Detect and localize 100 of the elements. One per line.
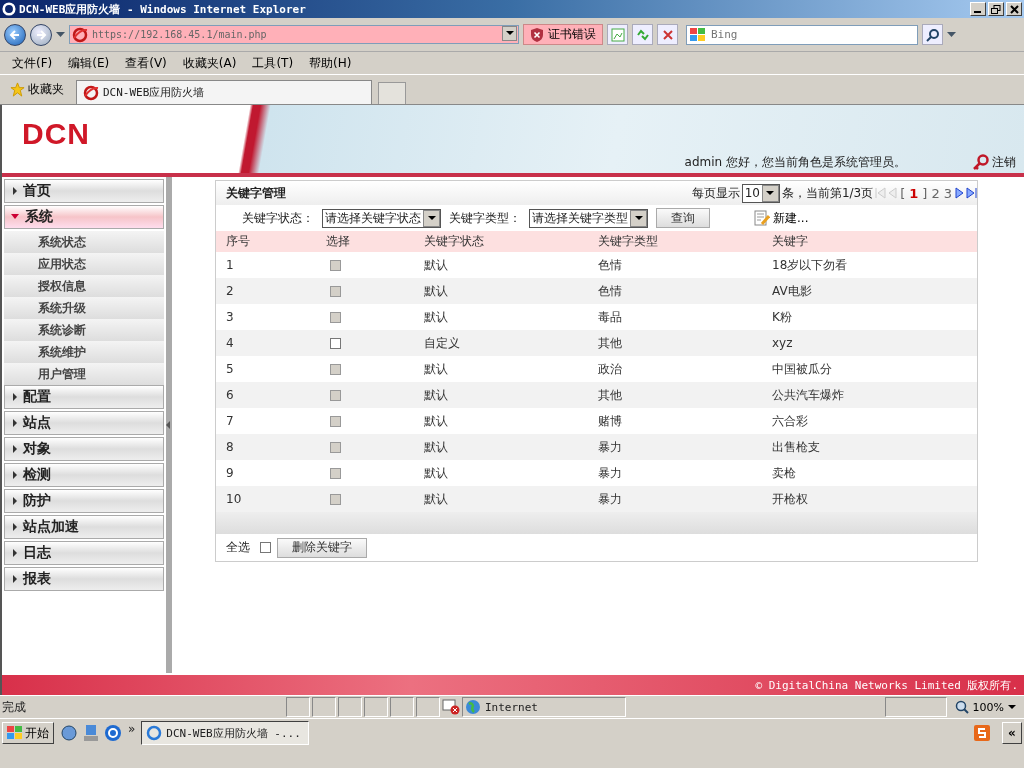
security-zone[interactable]: Internet xyxy=(462,697,626,717)
browser-icon[interactable] xyxy=(60,724,78,742)
menu-item[interactable]: 文件(F) xyxy=(4,52,61,74)
app-icon[interactable] xyxy=(104,724,122,742)
menu-item[interactable]: 工具(T) xyxy=(244,52,302,74)
refresh-button[interactable] xyxy=(632,24,653,45)
sidebar-section[interactable]: 站点加速 xyxy=(4,515,164,539)
menu-item[interactable]: 查看(V) xyxy=(117,52,175,74)
last-page-icon[interactable] xyxy=(966,187,977,199)
panel-title: 关键字管理 xyxy=(226,184,286,202)
table-cell: 其他 xyxy=(588,330,762,356)
splitter-handle[interactable] xyxy=(166,177,172,673)
caret-right-icon xyxy=(11,392,17,402)
caret-right-icon xyxy=(11,418,17,428)
stop-button[interactable] xyxy=(657,24,678,45)
page-link[interactable]: 1 xyxy=(908,185,920,201)
browser-tab[interactable]: DCN-WEB应用防火墙 xyxy=(76,80,372,104)
favorites-button[interactable]: 收藏夹 xyxy=(4,77,70,102)
query-button[interactable]: 查询 xyxy=(656,208,710,228)
sidebar-section[interactable]: 对象 xyxy=(4,437,164,461)
sidebar-item[interactable]: 系统状态 xyxy=(4,231,164,253)
table-cell: 10 xyxy=(216,486,317,512)
page-link[interactable]: 3 xyxy=(942,185,953,201)
per-page-select[interactable]: 10 xyxy=(741,183,780,203)
address-field[interactable]: https://192.168.45.1/main.php xyxy=(69,25,519,44)
table-cell: 18岁以下勿看 xyxy=(762,252,977,278)
arrow-left-icon xyxy=(9,28,21,41)
expand-tray-button[interactable]: « xyxy=(1002,722,1022,744)
delete-button[interactable]: 删除关键字 xyxy=(277,537,367,558)
caret-down-icon xyxy=(634,215,643,221)
page-bracket: [ xyxy=(899,185,907,201)
caret-right-icon xyxy=(11,522,17,532)
dropdown-icon[interactable] xyxy=(56,31,65,38)
sidebar-section[interactable]: 站点 xyxy=(4,411,164,435)
browser-icon xyxy=(146,725,163,741)
search-field[interactable]: Bing xyxy=(686,24,918,45)
menu-item[interactable]: 收藏夹(A) xyxy=(174,52,245,74)
table-cell: 3 xyxy=(216,304,317,330)
sidebar-item[interactable]: 应用状态 xyxy=(4,253,164,275)
caret-down-icon xyxy=(1008,704,1016,710)
sidebar-section[interactable]: 系统 xyxy=(4,205,164,229)
address-dropdown-button[interactable] xyxy=(502,26,517,41)
close-button[interactable] xyxy=(1006,2,1022,16)
back-button[interactable] xyxy=(4,23,26,46)
filter-select[interactable]: 请选择关键字状态 xyxy=(322,208,441,228)
more-button[interactable]: » xyxy=(128,722,136,736)
taskbar-button[interactable]: DCN-WEB应用防火墙 -... xyxy=(141,721,310,745)
table-cell: 默认 xyxy=(414,356,589,382)
browser-icon xyxy=(2,2,16,16)
start-button[interactable]: 开始 xyxy=(2,722,54,744)
per-page-label: 每页显示 xyxy=(691,184,740,202)
logout-link[interactable]: 注销 xyxy=(972,153,1016,171)
caret-right-icon xyxy=(11,444,17,454)
table-cell: 4 xyxy=(216,330,317,356)
sidebar-section[interactable]: 报表 xyxy=(4,567,164,591)
edit-icon xyxy=(754,210,770,226)
table-cell: 自定义 xyxy=(414,330,589,356)
compatibility-button[interactable] xyxy=(607,24,628,45)
sidebar-item[interactable]: 授权信息 xyxy=(4,275,164,297)
popup-blocked-icon[interactable] xyxy=(442,699,460,715)
sidebar-item[interactable]: 系统维护 xyxy=(4,341,164,363)
sidebar-item[interactable]: 系统诊断 xyxy=(4,319,164,341)
sidebar-item[interactable]: 用户管理 xyxy=(4,363,164,385)
sidebar-section[interactable]: 首页 xyxy=(4,179,164,203)
sidebar-section[interactable]: 配置 xyxy=(4,385,164,409)
next-page-icon[interactable] xyxy=(955,187,964,199)
computer-icon[interactable] xyxy=(84,724,98,742)
table-cell: 出售枪支 xyxy=(762,434,977,460)
new-tab-button[interactable] xyxy=(378,82,406,104)
zoom-button[interactable]: 100% xyxy=(948,698,1022,716)
sidebar-section[interactable]: 检测 xyxy=(4,463,164,487)
sidebar-section[interactable]: 日志 xyxy=(4,541,164,565)
status-pane xyxy=(364,697,388,717)
restore-icon xyxy=(991,4,1001,14)
sidebar-item[interactable]: 系统升级 xyxy=(4,297,164,319)
table-cell: AV电影 xyxy=(762,278,977,304)
forward-button[interactable] xyxy=(30,23,52,46)
status-text: 完成 xyxy=(2,698,27,716)
table-cell: 毒品 xyxy=(588,304,762,330)
table-cell: 默认 xyxy=(414,304,589,330)
input-method-icon[interactable] xyxy=(974,725,990,741)
row-checkbox[interactable] xyxy=(330,338,342,349)
table-cell: 默认 xyxy=(414,486,589,512)
table-cell: 暴力 xyxy=(588,434,762,460)
page-link[interactable]: 2 xyxy=(930,185,941,201)
column-header: 关键字状态 xyxy=(414,231,589,252)
minimize-button[interactable] xyxy=(970,2,986,16)
search-button[interactable] xyxy=(922,24,943,45)
dropdown-icon[interactable] xyxy=(947,31,956,38)
menu-item[interactable]: 帮助(H) xyxy=(301,52,360,74)
stop-icon xyxy=(661,28,674,41)
sidebar-section[interactable]: 防护 xyxy=(4,489,164,513)
select-all-checkbox[interactable] xyxy=(260,542,271,553)
menu-item[interactable]: 编辑(E) xyxy=(60,52,118,74)
certificate-error-button[interactable]: 证书错误 xyxy=(523,24,603,45)
caret-right-icon xyxy=(11,496,17,506)
restore-button[interactable] xyxy=(988,2,1004,16)
filter-select[interactable]: 请选择关键字类型 xyxy=(529,208,648,228)
new-button[interactable]: 新建... xyxy=(748,208,815,228)
arrow-right-icon xyxy=(35,28,47,41)
